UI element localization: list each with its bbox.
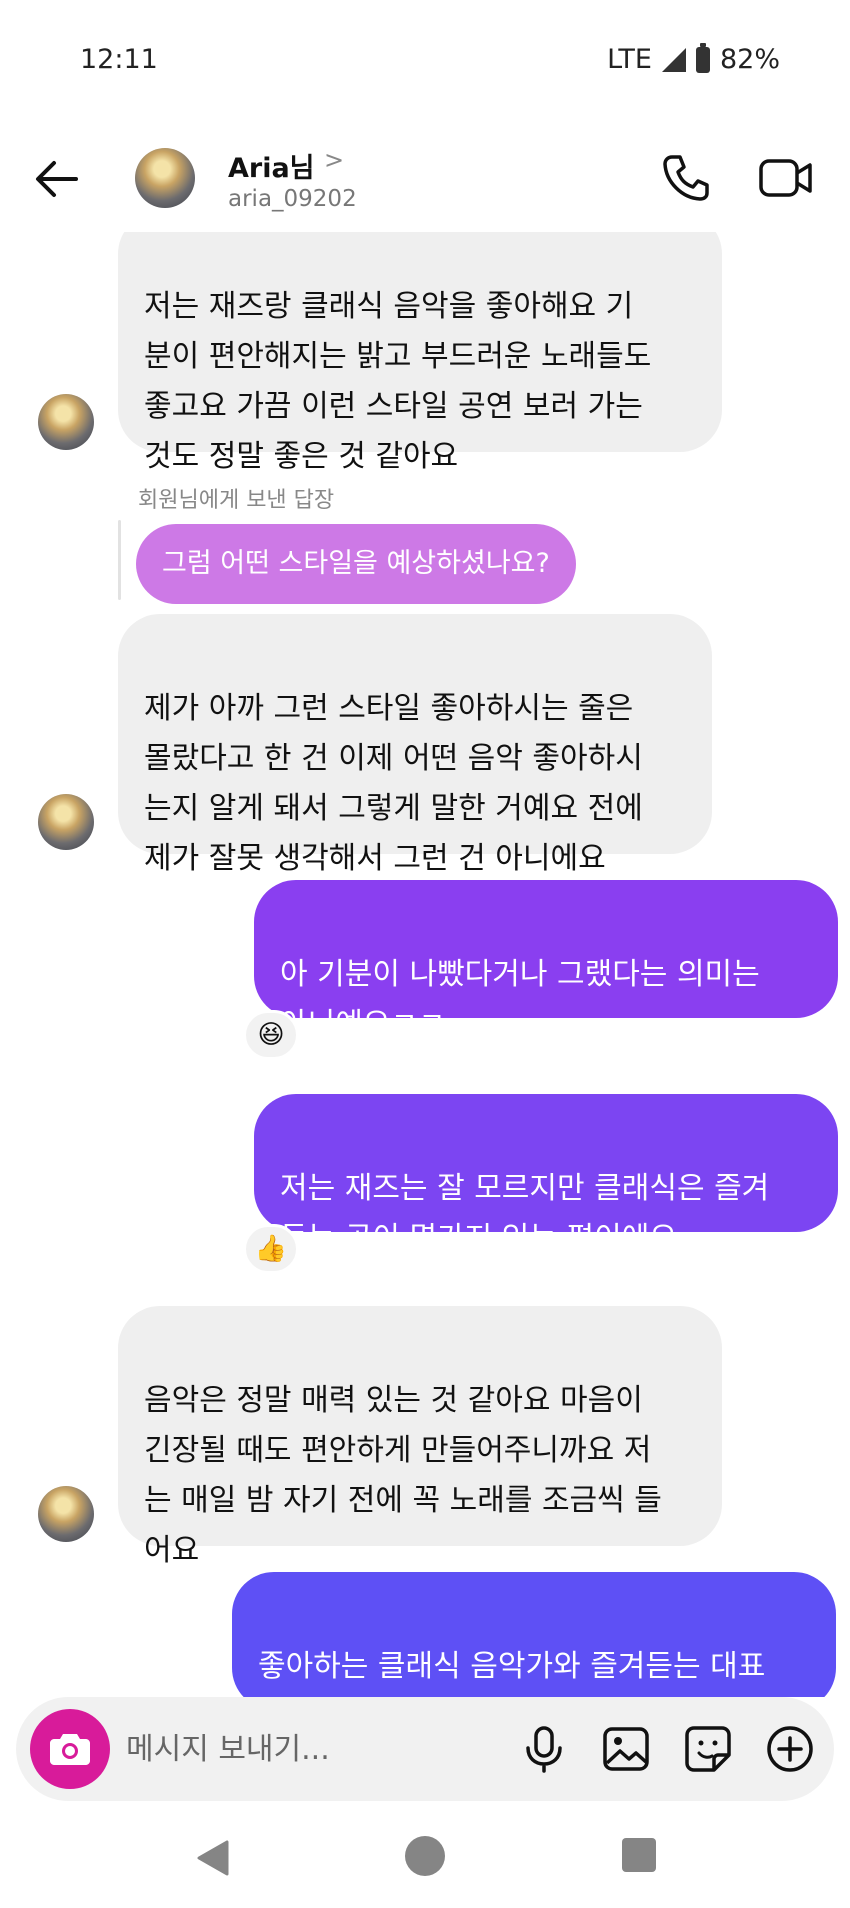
system-nav-bar — [0, 1812, 850, 1908]
message-composer — [16, 1697, 834, 1801]
contact-name[interactable]: Aria님 — [228, 146, 315, 185]
message-text: 저는 재즈랑 클래식 음악을 좋아해요 기 분이 편안해지는 밝고 부드러운 노… — [144, 289, 652, 474]
message-text: 좋아하는 클래식 음악가와 즐겨듣는 대표 적인 곡이 궁금해요ㅎㅎ — [258, 1649, 766, 1684]
sender-avatar[interactable] — [38, 1486, 94, 1542]
sender-avatar[interactable] — [38, 394, 94, 450]
status-bar: 12:11 LTE 82% — [0, 0, 850, 120]
incoming-message[interactable]: 음악은 정말 매력 있는 것 같아요 마음이 긴장될 때도 편안하게 만들어주니… — [118, 1306, 722, 1568]
battery-percent: 82% — [719, 44, 780, 75]
contact-username: aria_09202 — [228, 186, 357, 212]
outgoing-message[interactable]: 아 기분이 나빴다거나 그랬다는 의미는 아니예요ㅋㅋ — [254, 880, 838, 1042]
image-icon[interactable] — [600, 1723, 652, 1775]
video-camera-icon[interactable] — [758, 152, 814, 204]
message-thread[interactable]: 저는 재즈랑 클래식 음악을 좋아해요 기 분이 편안해지는 밝고 부드러운 노… — [0, 232, 850, 1697]
reaction-emoji[interactable]: 😆 — [243, 1010, 299, 1060]
incoming-message[interactable]: 제가 아까 그런 스타일 좋아하시는 줄은 몰랐다고 한 건 이제 어떤 음악 … — [118, 614, 712, 876]
sender-avatar[interactable] — [38, 794, 94, 850]
outgoing-message[interactable]: 저는 재즈는 잘 모르지만 클래식은 즐겨 듣는 곡이 몇가지 있는 편이에요 — [254, 1094, 838, 1256]
status-time: 12:11 — [80, 44, 158, 75]
plus-circle-icon[interactable] — [764, 1723, 816, 1775]
replied-message[interactable]: 그럼 어떤 스타일을 예상하셨나요? — [136, 524, 576, 604]
battery-icon — [695, 42, 710, 73]
signal-icon — [661, 47, 686, 72]
message-text: 저는 재즈는 잘 모르지만 클래식은 즐겨 듣는 곡이 몇가지 있는 편이에요 — [280, 1171, 770, 1256]
avatar[interactable] — [135, 148, 195, 208]
camera-icon — [50, 1734, 90, 1765]
reaction-emoji[interactable]: 👍 — [243, 1224, 299, 1274]
camera-button[interactable] — [30, 1709, 110, 1789]
back-arrow-icon[interactable] — [30, 152, 84, 206]
status-indicators: LTE 82% — [607, 42, 780, 75]
chat-header: Aria님 > aria_09202 — [0, 130, 850, 230]
message-text: 아 기분이 나빴다거나 그랬다는 의미는 아니예요ㅋㅋ — [280, 957, 760, 1042]
reply-label: 회원님에게 보낸 답장 — [138, 488, 335, 513]
microphone-icon[interactable] — [518, 1723, 570, 1775]
chevron-right-icon: > — [324, 146, 345, 174]
network-label: LTE — [607, 44, 652, 75]
phone-icon[interactable] — [660, 152, 712, 204]
nav-back-icon[interactable] — [193, 1838, 233, 1878]
message-text: 제가 아까 그런 스타일 좋아하시는 줄은 몰랐다고 한 건 이제 어떤 음악 … — [144, 691, 643, 876]
nav-home-icon[interactable] — [405, 1836, 445, 1876]
message-input[interactable] — [126, 1719, 506, 1779]
reply-indicator-line — [118, 520, 121, 600]
sticker-icon[interactable] — [682, 1723, 734, 1775]
message-text: 음악은 정말 매력 있는 것 같아요 마음이 긴장될 때도 편안하게 만들어주니… — [144, 1383, 662, 1568]
incoming-message[interactable]: 저는 재즈랑 클래식 음악을 좋아해요 기 분이 편안해지는 밝고 부드러운 노… — [118, 232, 722, 474]
nav-recents-icon[interactable] — [622, 1838, 656, 1872]
outgoing-message[interactable]: 좋아하는 클래식 음악가와 즐겨듣는 대표 적인 곡이 궁금해요ㅎㅎ — [232, 1572, 836, 1697]
